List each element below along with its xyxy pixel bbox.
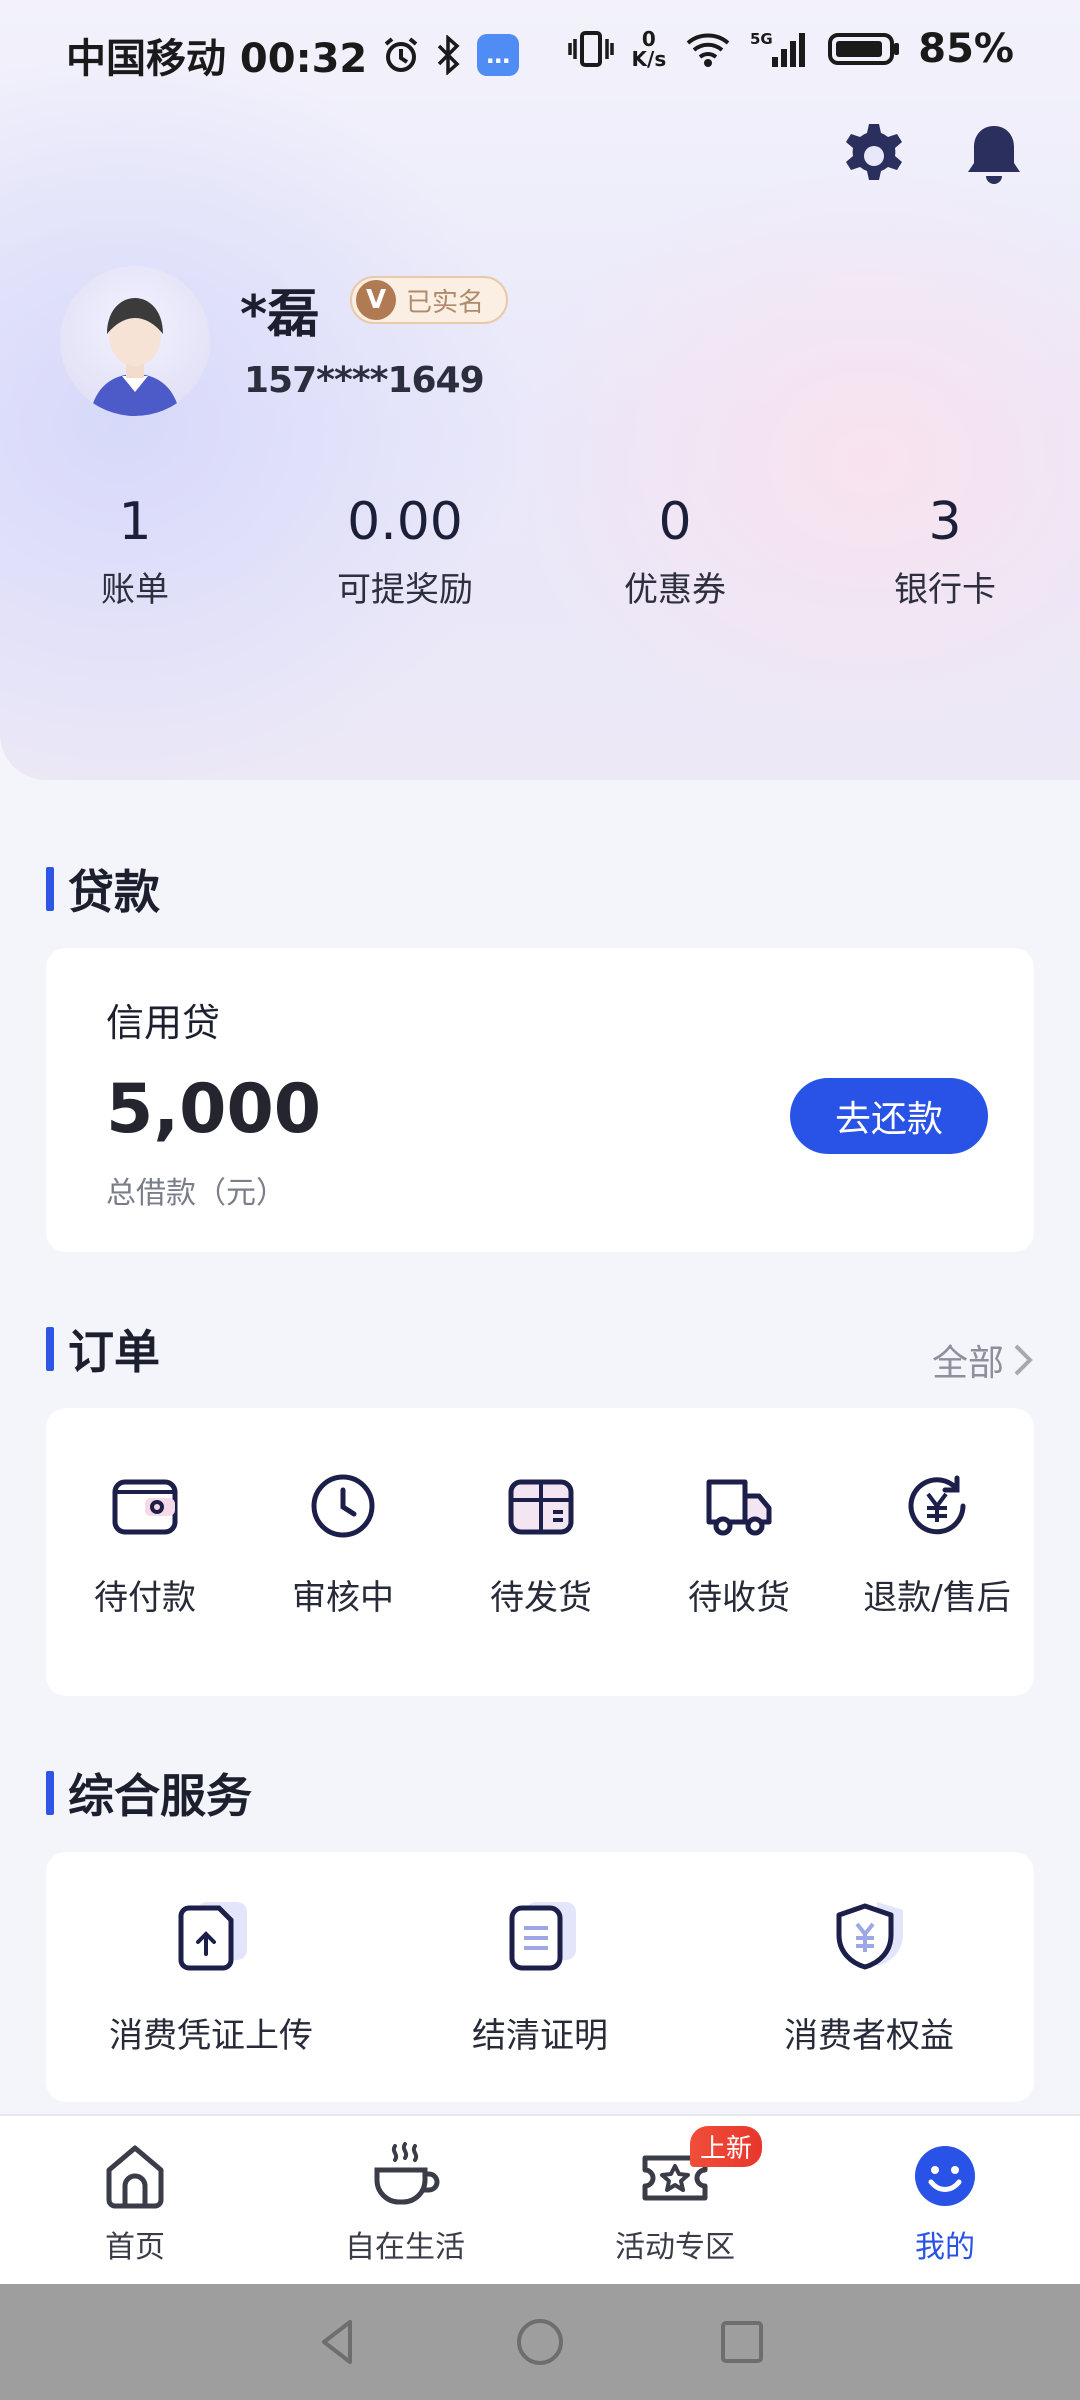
loan-amount-label: 总借款（元） [106,1176,286,1211]
order-under-review[interactable]: 审核中 [244,1470,442,1619]
wallet-icon [112,1479,178,1535]
home-icon [106,2145,164,2209]
nav-home[interactable]: 首页 [0,2116,270,2284]
stat-value: 3 [928,492,962,552]
new-badge: 上新 [690,2126,763,2167]
recents-square-icon[interactable] [716,2316,768,2368]
loan-section-title: 贷款 [46,856,160,922]
order-awaiting-delivery[interactable]: 待收货 [640,1470,838,1619]
wifi-icon [684,29,732,69]
orders-card: 待付款 审核中 待发货 待收货 退款/售后 [46,1408,1034,1696]
all-orders-link[interactable]: 全部 [932,1334,1034,1386]
certificate-icon [509,1902,576,1971]
order-awaiting-shipment[interactable]: 待发货 [442,1470,640,1619]
cell-signal-icon: 5G [750,29,810,69]
battery-percent: 85% [918,26,1014,72]
orders-section-title: 订单 [46,1316,160,1382]
service-label: 消费者权益 [784,2016,954,2056]
phone-number: 157****1649 [244,360,485,401]
verified-badge[interactable]: V 已实名 [350,276,509,324]
stat-coupons[interactable]: 0 优惠券 [540,490,810,611]
nav-label: 首页 [105,2230,165,2265]
stat-bills[interactable]: 1 账单 [0,490,270,611]
order-refund-aftersales[interactable]: 退款/售后 [838,1470,1036,1619]
account-stats: 1 账单 0.00 可提奖励 0 优惠券 3 银行卡 [0,490,1080,611]
stat-value: 0 [658,492,692,552]
chevron-right-icon [1014,1344,1033,1376]
vibrate-icon [567,29,614,69]
order-label: 待收货 [688,1578,790,1618]
section-accent-bar [46,1771,54,1815]
nav-life[interactable]: 自在生活 [270,2116,540,2284]
status-bar: 中国移动 00:32 … 0 K/s 5G 85% [0,0,1080,100]
stat-label: 账单 [101,570,169,610]
shield-yuan-icon [836,1902,903,1970]
repay-button[interactable]: 去还款 [790,1078,988,1154]
service-label: 消费凭证上传 [109,2016,313,2056]
order-label: 待付款 [94,1578,196,1618]
order-label: 待发货 [490,1578,592,1618]
services-card: 消费凭证上传 结清证明 消费者权益 [46,1852,1034,2102]
verified-label: 已实名 [406,287,485,318]
stat-value: 1 [118,492,152,552]
alarm-icon [381,35,421,75]
stat-rewards[interactable]: 0.00 可提奖励 [270,490,540,611]
truck-icon [706,1479,772,1536]
system-navigation-bar [0,2284,1080,2400]
battery-icon [828,29,900,69]
stat-bank-cards[interactable]: 3 银行卡 [810,490,1080,611]
service-receipt-upload[interactable]: 消费凭证上传 [46,1898,376,2057]
verified-v-icon: V [356,280,396,320]
bluetooth-icon [435,35,463,75]
username: *磊 [240,285,320,345]
settings-gear-icon[interactable] [838,120,910,192]
home-circle-icon[interactable] [514,2316,566,2368]
smiley-icon [915,2146,975,2206]
refund-icon [908,1475,966,1535]
services-section-title: 综合服务 [46,1760,252,1826]
avatar[interactable] [60,266,210,416]
notification-bell-icon[interactable] [958,120,1030,192]
nav-activities[interactable]: 活动专区 上新 [540,2116,810,2284]
clock-icon [311,1474,375,1538]
section-accent-bar [46,867,54,911]
carrier-time: 中国移动 00:32 [66,36,368,82]
nav-label: 自在生活 [345,2230,465,2265]
order-label: 退款/售后 [863,1578,1011,1618]
coffee-cup-icon [374,2142,440,2205]
service-label: 结清证明 [472,2016,608,2056]
stat-label: 可提奖励 [337,570,473,610]
message-notification-icon: … [477,34,520,76]
stat-label: 优惠券 [624,570,726,610]
section-accent-bar [46,1327,54,1371]
nav-label: 活动专区 [615,2230,735,2265]
order-label: 审核中 [292,1578,394,1618]
package-icon [508,1479,574,1535]
stat-label: 银行卡 [894,570,996,610]
loan-type: 信用贷 [106,1001,221,1045]
back-triangle-icon[interactable] [312,2316,364,2368]
loan-amount: 5,000 [106,1070,322,1149]
loan-card[interactable]: 信用贷 5,000 总借款（元） 去还款 [46,948,1034,1252]
net-speed: 0 K/s [631,27,667,71]
stat-value: 0.00 [347,492,463,552]
upload-document-icon [178,1902,247,1971]
svg-text:5G: 5G [750,30,773,48]
nav-label: 我的 [915,2230,975,2265]
order-pending-payment[interactable]: 待付款 [46,1470,244,1619]
nav-mine[interactable]: 我的 [810,2116,1080,2284]
service-settlement-certificate[interactable]: 结清证明 [375,1898,705,2057]
service-consumer-rights[interactable]: 消费者权益 [704,1898,1034,2057]
bottom-nav: 首页 自在生活 活动专区 上新 我的 [0,2114,1080,2284]
